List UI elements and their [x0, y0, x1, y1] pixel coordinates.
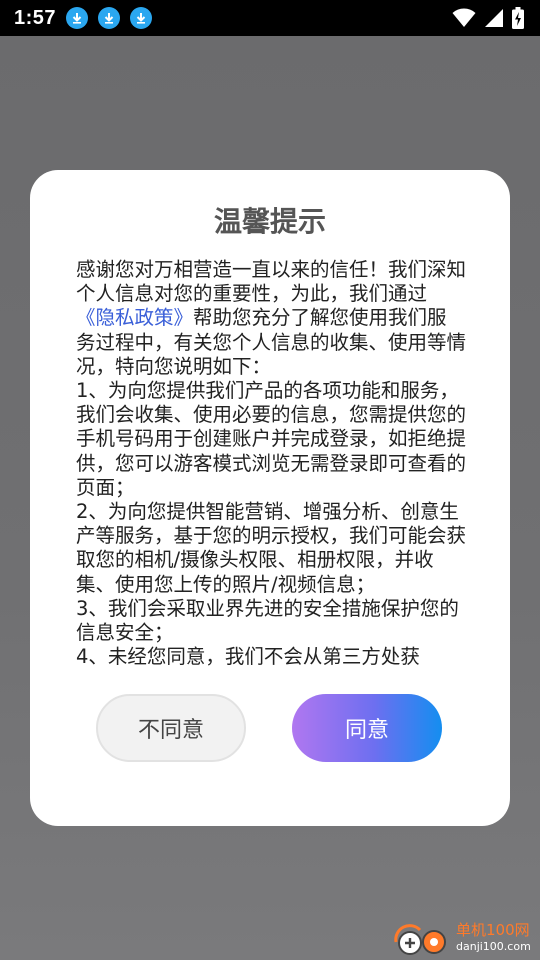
watermark-logo-icon [392, 916, 454, 956]
status-icons [452, 7, 524, 29]
privacy-dialog: 温馨提示 感谢您对万相营造一直以来的信任！我们深知个人信息对您的重要性，为此，我… [30, 170, 510, 826]
watermark-domain: danji100.com [456, 940, 531, 953]
wifi-icon [452, 8, 476, 27]
dialog-content[interactable]: 感谢您对万相营造一直以来的信任！我们深知个人信息对您的重要性，为此，我们通过《隐… [76, 258, 466, 674]
download-icon [66, 7, 89, 29]
watermark: 单机100网 danji100.com [392, 912, 540, 960]
battery-charging-icon [512, 7, 524, 29]
download-icon [98, 7, 121, 29]
content-text-intro: 感谢您对万相营造一直以来的信任！我们深知个人信息对您的重要性，为此，我们通过 [76, 258, 466, 306]
dialog-title: 温馨提示 [213, 205, 326, 238]
status-bar: 1:57 [0, 0, 540, 36]
download-icon [130, 7, 153, 29]
watermark-name: 单机100网 [456, 921, 530, 939]
privacy-policy-link[interactable]: 《隐私政策》 [76, 306, 193, 329]
content-text-body: 帮助您充分了解您使用我们服务过程中，有关您个人信息的收集、使用等情况，特向您说明… [76, 306, 466, 669]
disagree-button[interactable]: 不同意 [96, 694, 246, 762]
status-time: 1:57 [14, 6, 57, 29]
agree-button[interactable]: 同意 [292, 694, 442, 762]
signal-icon [485, 9, 503, 27]
